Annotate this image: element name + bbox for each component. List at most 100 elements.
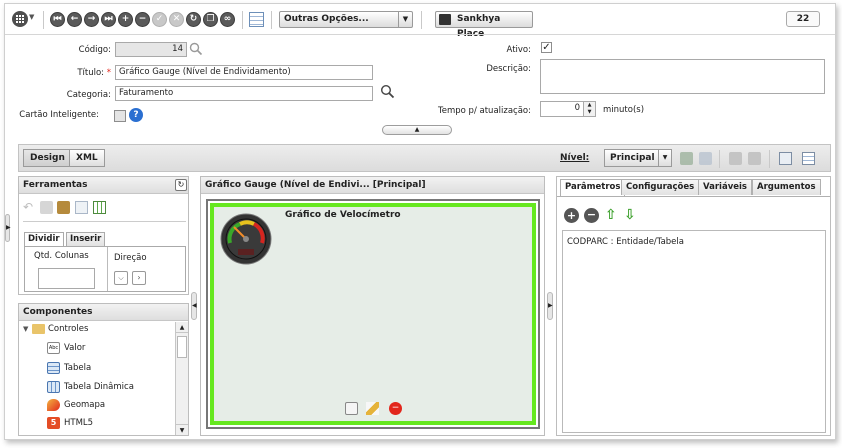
tab-argumentos[interactable]: Argumentos (752, 179, 821, 195)
tree-item-tabela-dinamica[interactable]: Tabela Dinâmica (47, 380, 134, 394)
move-down-icon[interactable]: ⇩ (624, 207, 636, 223)
remove-icon[interactable]: − (135, 12, 150, 27)
nivel-select[interactable]: Principal ▼ (604, 149, 672, 167)
notifications-count: 22 (796, 14, 810, 24)
tree-item-html5[interactable]: 5 HTML5 (47, 416, 93, 430)
edit-icon[interactable] (366, 402, 379, 415)
tab-configuracoes[interactable]: Configurações (621, 179, 700, 195)
nivel-value: Principal (610, 153, 655, 163)
refresh-icon[interactable]: ↻ (186, 12, 201, 27)
qtd-colunas-label: Qtd. Colunas (34, 251, 89, 261)
direcao-label: Direção (114, 253, 147, 263)
add-level-icon[interactable] (680, 152, 693, 165)
grid-tool-icon[interactable] (93, 201, 106, 214)
tree-expand-icon[interactable]: ▼ (23, 325, 28, 333)
copy-level-icon[interactable] (729, 152, 742, 165)
sankhya-place-button[interactable]: Sankhya Place (435, 11, 533, 39)
map-pin-icon (47, 399, 60, 411)
ativo-label: Ativo: (506, 45, 531, 55)
paste-level-icon[interactable] (748, 152, 761, 165)
tab-inserir[interactable]: Inserir (66, 232, 106, 246)
add-icon[interactable]: + (118, 12, 133, 27)
parameter-item[interactable]: CODPARC : Entidade/Tabela (567, 237, 684, 247)
help-icon[interactable]: ? (129, 108, 143, 122)
remove-level-icon[interactable] (699, 152, 712, 165)
first-record-icon[interactable]: ⏮ (50, 12, 65, 27)
componentes-panel: Componentes ▼ Controles Abc Valor Tabela… (18, 303, 189, 436)
more-options-button[interactable]: Outras Opções... ▼ (279, 11, 413, 28)
direction-down-button[interactable]: ⌵ (114, 271, 128, 285)
tempo-unit: minuto(s) (603, 105, 645, 115)
preview-icon[interactable] (802, 152, 815, 165)
confirm-icon[interactable]: ✓ (152, 12, 167, 27)
copy-icon[interactable]: ❐ (203, 12, 218, 27)
tree-group-controles[interactable]: Controles (48, 324, 88, 334)
undo-icon[interactable]: ↶ (23, 200, 36, 214)
tempo-value: 0 (574, 103, 580, 113)
tree-item-geomapa[interactable]: Geomapa (47, 398, 105, 412)
xml-tab[interactable]: XML (69, 149, 105, 167)
categoria-search-icon[interactable] (380, 84, 395, 99)
titulo-field[interactable]: Gráfico Gauge (Nível de Endividamento) (115, 65, 373, 80)
tree-view-icon[interactable] (779, 152, 792, 165)
tab-parametros[interactable]: Parâmetros (560, 179, 626, 196)
panel-refresh-icon[interactable]: ↻ (175, 179, 187, 191)
canvas-outer-frame: Gráfico de Velocímetro − (206, 199, 540, 429)
delete-tool-icon[interactable] (40, 201, 53, 214)
tab-variaveis[interactable]: Variáveis (698, 179, 752, 195)
previous-record-icon[interactable]: ← (67, 12, 82, 27)
dividir-box: Qtd. Colunas Direção ⌵ › (24, 246, 186, 292)
table-icon (47, 362, 60, 374)
categoria-field[interactable]: Faturamento (115, 86, 373, 101)
collapse-form-button[interactable]: ▲ (382, 125, 452, 135)
notifications-badge[interactable]: 22 (786, 11, 820, 27)
add-parameter-icon[interactable]: + (564, 208, 579, 223)
direction-right-button[interactable]: › (132, 271, 146, 285)
cartao-checkbox[interactable] (114, 110, 126, 122)
remove-parameter-icon[interactable]: − (584, 208, 599, 223)
grid-config-icon[interactable] (249, 12, 264, 27)
dropdown-arrow-icon[interactable]: ▼ (398, 11, 412, 28)
spinner-icon[interactable]: ▲ ▼ (583, 102, 595, 116)
grid-menu-icon[interactable] (12, 11, 28, 27)
left-collapse-handle[interactable]: ▶ (5, 214, 11, 242)
center-left-handle[interactable]: ◀ (191, 292, 197, 320)
gauge-icon (220, 213, 272, 265)
codigo-field[interactable]: 14 (115, 42, 187, 57)
chevron-down-icon[interactable]: ▼ (29, 13, 34, 21)
cancel-icon[interactable]: ✕ (169, 12, 184, 27)
move-up-icon[interactable]: ⇧ (605, 207, 617, 223)
html5-icon: 5 (47, 417, 60, 429)
delete-icon[interactable]: − (389, 402, 402, 415)
last-record-icon[interactable]: ⏭ (101, 12, 116, 27)
componentes-scrollbar[interactable]: ▲ ▼ (175, 322, 188, 435)
next-record-icon[interactable]: → (84, 12, 99, 27)
chart-title: Gráfico de Velocímetro (285, 210, 401, 220)
design-tab[interactable]: Design (23, 149, 72, 167)
parameters-list: CODPARC : Entidade/Tabela (562, 230, 826, 433)
codigo-label: Código: (78, 45, 111, 55)
link-icon[interactable]: ∞ (220, 12, 235, 27)
brush-icon[interactable] (57, 201, 70, 214)
tempo-field[interactable]: 0 ▲ ▼ (540, 101, 596, 117)
descricao-field[interactable] (540, 59, 825, 94)
scroll-down-icon[interactable]: ▼ (176, 424, 188, 435)
center-right-handle[interactable]: ▶ (547, 292, 553, 320)
ferramentas-title: Ferramentas (19, 177, 188, 194)
chart-container[interactable]: Gráfico de Velocímetro − (210, 203, 536, 425)
ativo-checkbox[interactable]: ✓ (541, 42, 552, 53)
design-toolbar: Design XML Nível: Principal ▼ (18, 144, 831, 172)
tree-item-valor[interactable]: Abc Valor (47, 341, 85, 355)
titulo-label: Título: * (25, 68, 111, 78)
scroll-up-icon[interactable]: ▲ (176, 322, 188, 333)
vertical-divider (107, 247, 108, 291)
scroll-thumb[interactable] (177, 336, 187, 358)
nivel-dropdown-icon[interactable]: ▼ (658, 150, 671, 166)
frame-tool-icon[interactable] (75, 201, 88, 214)
chart-properties-icon[interactable] (345, 402, 358, 415)
ferramentas-divider (23, 221, 186, 222)
search-icon[interactable] (189, 42, 203, 56)
qtd-colunas-field[interactable] (38, 268, 95, 289)
tree-item-tabela[interactable]: Tabela (47, 361, 91, 375)
tab-dividir[interactable]: Dividir (24, 232, 64, 246)
